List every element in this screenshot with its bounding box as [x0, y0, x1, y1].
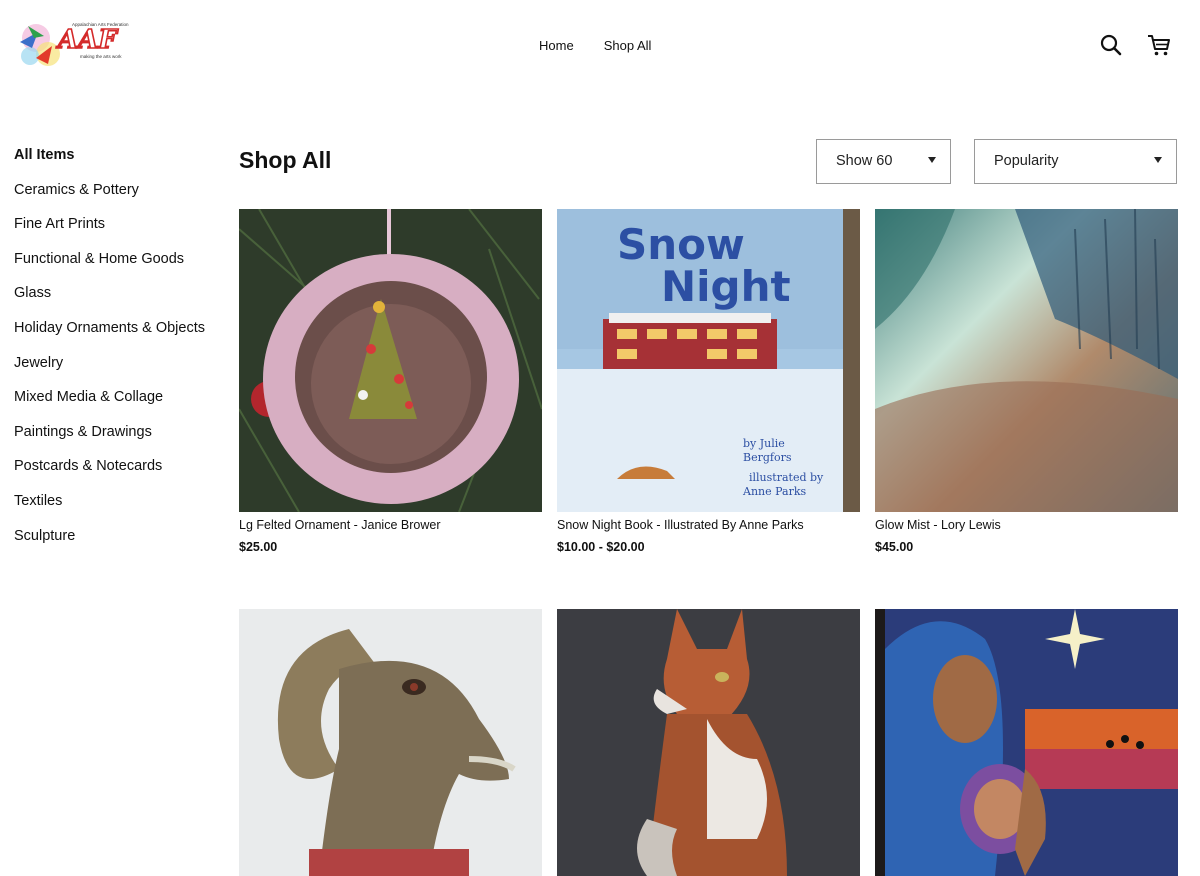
category-fine-art-prints[interactable]: Fine Art Prints [14, 213, 224, 248]
product-card[interactable]: Snow Night by Julie Bergfors illustrated… [557, 209, 860, 554]
page-title: Shop All [239, 147, 332, 173]
show-count-select[interactable]: Show 60 [816, 139, 951, 184]
category-postcards-notecards[interactable]: Postcards & Notecards [14, 455, 224, 490]
category-glass[interactable]: Glass [14, 282, 224, 317]
product-image-madonna-painting[interactable] [875, 609, 1178, 876]
svg-text:Bergfors: Bergfors [743, 451, 792, 464]
category-paintings-drawings[interactable]: Paintings & Drawings [14, 421, 224, 456]
product-price: $25.00 [239, 540, 278, 554]
chevron-down-icon [928, 157, 936, 163]
site-header: AAF Appalachian Arts Federation making t… [0, 0, 1200, 95]
site-logo[interactable]: AAF Appalachian Arts Federation making t… [14, 8, 136, 84]
product-name[interactable]: Lg Felted Ornament - Janice Brower [239, 518, 542, 532]
product-image-fox-sculpture[interactable] [557, 609, 860, 876]
product-card[interactable] [875, 609, 1178, 876]
category-textiles[interactable]: Textiles [14, 490, 224, 525]
product-price: $45.00 [875, 540, 914, 554]
product-price: $10.00 - $20.00 [557, 540, 645, 554]
product-card[interactable]: Lg Felted Ornament - Janice Brower $25.0… [239, 209, 542, 554]
main-nav: Home Shop All [539, 38, 651, 53]
product-name[interactable]: Snow Night Book - Illustrated By Anne Pa… [557, 518, 860, 532]
svg-text:making the arts work: making the arts work [80, 54, 122, 59]
svg-text:illustrated by: illustrated by [749, 471, 824, 484]
category-mixed-media[interactable]: Mixed Media & Collage [14, 386, 224, 421]
show-count-value: Show 60 [836, 153, 893, 169]
category-jewelry[interactable]: Jewelry [14, 352, 224, 387]
product-image-ram-sculpture[interactable] [239, 609, 542, 876]
nav-shop-all[interactable]: Shop All [604, 38, 652, 53]
product-card[interactable] [239, 609, 542, 876]
category-functional-home-goods[interactable]: Functional & Home Goods [14, 248, 224, 283]
product-card[interactable] [557, 609, 860, 876]
product-card[interactable]: Glow Mist - Lory Lewis $45.00 [875, 209, 1178, 554]
svg-text:Appalachian Arts Federation: Appalachian Arts Federation [72, 22, 129, 27]
svg-text:AAF: AAF [55, 25, 118, 55]
chevron-down-icon [1154, 157, 1162, 163]
svg-text:Anne Parks: Anne Parks [742, 485, 807, 498]
product-image-felted-ornament[interactable] [239, 209, 542, 512]
svg-text:Night: Night [661, 262, 791, 311]
product-image-snow-night-book[interactable]: Snow Night by Julie Bergfors illustrated… [557, 209, 860, 512]
category-holiday-ornaments[interactable]: Holiday Ornaments & Objects [14, 317, 224, 352]
category-sculpture[interactable]: Sculpture [14, 525, 224, 560]
cart-icon[interactable] [1146, 33, 1172, 57]
category-ceramics-pottery[interactable]: Ceramics & Pottery [14, 179, 224, 214]
product-image-glow-mist[interactable] [875, 209, 1178, 512]
category-all-items[interactable]: All Items [14, 144, 224, 179]
sort-value: Popularity [994, 153, 1059, 169]
category-sidebar: All Items Ceramics & Pottery Fine Art Pr… [14, 144, 224, 559]
product-name[interactable]: Glow Mist - Lory Lewis [875, 518, 1178, 532]
nav-home[interactable]: Home [539, 38, 574, 53]
sort-select[interactable]: Popularity [974, 139, 1177, 184]
svg-text:by Julie: by Julie [743, 437, 785, 450]
search-icon[interactable] [1099, 33, 1123, 57]
